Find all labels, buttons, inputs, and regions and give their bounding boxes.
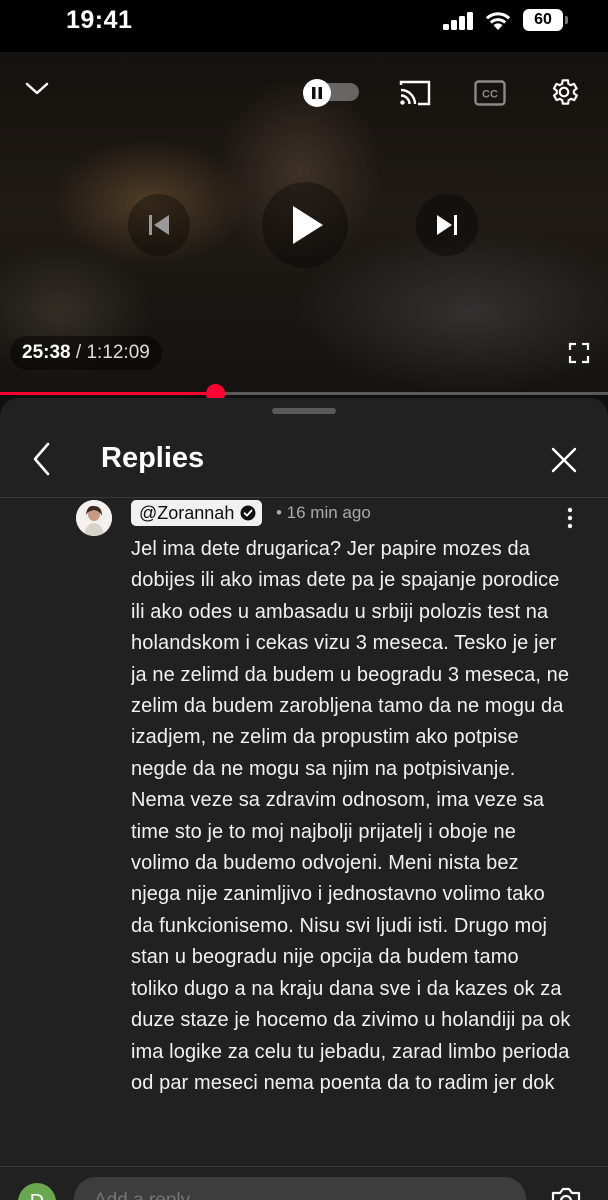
- battery-tip: [565, 16, 568, 24]
- current-time: 25:38: [22, 342, 71, 363]
- chevron-down-icon[interactable]: [24, 79, 50, 97]
- cellular-signal-icon: [443, 12, 475, 30]
- avatar[interactable]: [76, 500, 112, 536]
- settings-icon[interactable]: [548, 76, 580, 108]
- play-button[interactable]: [262, 182, 348, 268]
- avatar-image: [76, 500, 112, 536]
- fullscreen-icon[interactable]: [568, 342, 590, 364]
- total-time: / 1:12:09: [75, 342, 150, 363]
- status-time: 19:41: [66, 6, 133, 34]
- captions-icon[interactable]: CC: [474, 80, 506, 106]
- autoplay-knob: [303, 79, 331, 107]
- comment-time: • 16 min ago: [276, 503, 371, 522]
- progress-bar[interactable]: [0, 384, 608, 403]
- previous-icon: [149, 215, 169, 235]
- previous-button[interactable]: [128, 194, 190, 256]
- comment-text: Jel ima dete drugarica? Jer papire mozes…: [131, 538, 571, 1094]
- author-chip[interactable]: @Zorannah: [131, 500, 263, 526]
- svg-text:CC: CC: [482, 89, 498, 101]
- status-bar: 19:41 60: [0, 0, 608, 52]
- verified-check-icon: [240, 505, 256, 521]
- next-button[interactable]: [416, 194, 478, 256]
- panel-title: Replies: [101, 442, 205, 474]
- wifi-icon: [485, 12, 511, 30]
- panel-header: Replies: [0, 422, 608, 498]
- time-readout: 25:38 / 1:12:09: [10, 336, 162, 370]
- progress-fill: [0, 392, 216, 395]
- more-options-icon[interactable]: [560, 506, 580, 530]
- video-player[interactable]: CC 25:38 / 1:12:09: [0, 52, 608, 394]
- autoplay-toggle[interactable]: [303, 79, 359, 107]
- next-icon: [437, 215, 457, 235]
- pause-icon: [312, 87, 322, 99]
- reply-input[interactable]: [74, 1177, 526, 1200]
- reply-input-bar: D: [0, 1166, 608, 1200]
- close-icon[interactable]: [546, 442, 582, 478]
- play-icon: [293, 206, 323, 244]
- camera-icon[interactable]: [550, 1185, 582, 1200]
- author-name: @Zorannah: [139, 503, 235, 523]
- back-arrow-icon[interactable]: [26, 436, 60, 482]
- replies-panel: Replies @Zorannah • 16 min ago Jel ima d…: [0, 398, 608, 1200]
- drag-handle[interactable]: [272, 408, 336, 414]
- user-avatar[interactable]: D: [18, 1183, 56, 1200]
- battery-level: 60: [523, 9, 563, 31]
- cast-icon[interactable]: [398, 79, 432, 107]
